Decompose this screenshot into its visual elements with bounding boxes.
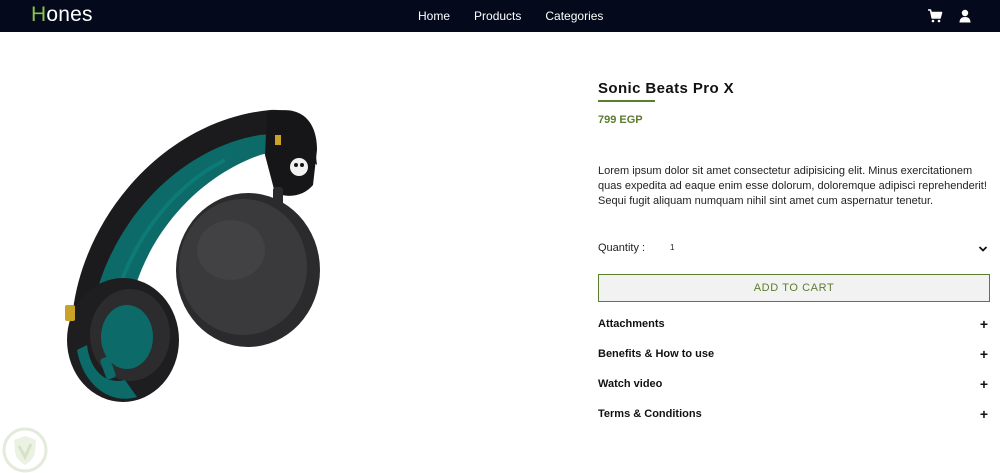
nav-links: Home Products Categories	[418, 0, 627, 32]
product-title: Sonic Beats Pro X	[598, 80, 735, 97]
plus-icon: +	[979, 406, 988, 422]
quantity-label: Quantity :	[598, 242, 646, 254]
product-image-headphones	[65, 109, 320, 402]
accordion-label: Terms & Conditions	[598, 408, 702, 420]
accordion-label: Attachments	[598, 318, 665, 330]
nav-item-home[interactable]: Home	[418, 9, 450, 23]
brand-logo[interactable]: Hones	[31, 3, 93, 27]
quantity-select[interactable]: 1	[664, 240, 992, 258]
product-description: Lorem ipsum dolor sit amet consectetur a…	[598, 165, 987, 207]
chevron-down-icon	[978, 246, 988, 252]
add-to-cart-button[interactable]: ADD TO CART	[598, 274, 990, 302]
cart-icon[interactable]	[927, 8, 943, 24]
quantity-value: 1	[670, 243, 675, 252]
plus-icon: +	[979, 376, 988, 392]
plus-icon: +	[979, 346, 988, 362]
user-icon[interactable]	[957, 8, 973, 24]
accordion-benefits[interactable]: Benefits & How to use +	[598, 345, 992, 365]
accordion-watch-video[interactable]: Watch video +	[598, 375, 992, 395]
nav-item-products[interactable]: Products	[474, 9, 521, 23]
product-price: 799 EGP	[598, 114, 643, 126]
accordion-attachments[interactable]: Attachments +	[598, 315, 992, 335]
watermark-shield-icon	[2, 427, 48, 473]
accordion-label: Watch video	[598, 378, 663, 390]
nav-item-categories[interactable]: Categories	[545, 9, 603, 23]
navbar: Hones Home Products Categories	[0, 0, 1000, 32]
title-underline	[598, 100, 655, 102]
plus-icon: +	[979, 316, 988, 332]
accordion-terms[interactable]: Terms & Conditions +	[598, 405, 992, 425]
accordion-label: Benefits & How to use	[598, 348, 715, 360]
quantity-row: Quantity : 1	[598, 240, 992, 258]
